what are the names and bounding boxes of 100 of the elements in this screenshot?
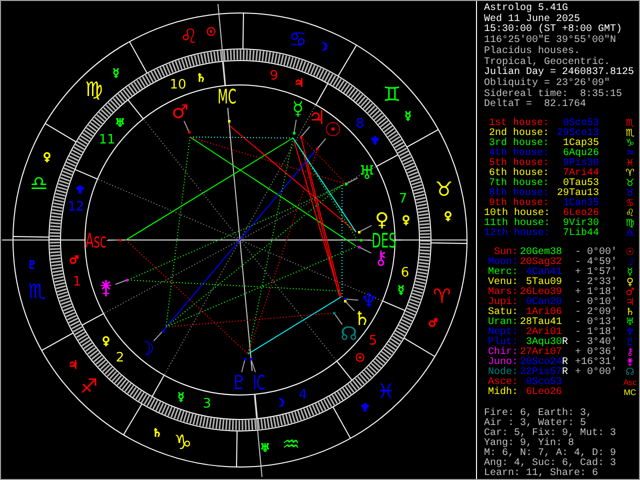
retrograde-mark: R <box>562 368 569 378</box>
zodiac-sign-glyph: ♎ <box>30 171 48 195</box>
planet-label: Venu: <box>486 278 518 288</box>
planet-marker <box>300 126 310 138</box>
ruler-glyph: ♀ <box>444 210 452 222</box>
zodiac-sign-glyph: ♒ <box>282 432 300 456</box>
house-number: 4 <box>298 388 308 402</box>
planet-position: 0Sco53 <box>524 378 562 388</box>
ruler-glyph: ♃ <box>294 76 304 90</box>
planet-label: Satu: <box>486 308 518 318</box>
planet-marker <box>333 312 343 326</box>
summary-line: Yang: 9, Yin: 8 <box>484 439 574 450</box>
planet-marker <box>358 246 372 254</box>
zodiac-sign-glyph: ♏ <box>624 129 636 140</box>
planet-marker <box>184 120 190 134</box>
info-line: DeltaT = 82.1764 <box>484 100 588 112</box>
planet-position: 20Gem38 <box>518 248 562 258</box>
info-line: Obliquity = 23°26'09" <box>484 78 612 89</box>
info-line: 15:30:00 (ST +8:00 GMT) <box>484 25 624 36</box>
zodiac-sign-glyph: ♌ <box>180 24 198 48</box>
retrograde-mark: R <box>562 358 569 368</box>
zodiac-sign-glyph: ♓ <box>624 159 636 170</box>
zodiac-sign-glyph: ♈ <box>433 284 451 308</box>
house-number: 8 <box>356 116 364 132</box>
planet-glyph: ⚷ <box>374 247 388 269</box>
cusp-position: 1Cap35 <box>562 139 599 150</box>
planet-position: 4Can41 <box>524 268 562 278</box>
planet-latitude: + 0°00' <box>574 368 617 378</box>
zodiac-sign-glyph: ♎ <box>624 229 636 240</box>
planet-marker <box>345 177 358 186</box>
ruler-glyph: ♆ <box>360 402 370 414</box>
planet-glyph: ⚵ <box>99 277 113 299</box>
planet-marker <box>250 358 256 373</box>
planet-position: 27Ari07 <box>518 348 562 358</box>
planet-glyph: ⚷ <box>625 348 635 358</box>
ruler-glyph: ♃ <box>68 358 78 372</box>
zodiac-sign-glyph: ♒ <box>624 149 636 160</box>
retrograde-mark: R <box>562 338 569 348</box>
zodiac-sign-glyph: ♋ <box>289 27 307 51</box>
info-line: Astrolog 5.41G <box>484 4 570 14</box>
info-line: Tropical, Geocentric. <box>484 58 610 68</box>
planet-glyph: ☊ <box>624 368 636 378</box>
planet-glyph: ☽ <box>624 258 636 268</box>
house-label: 12th house: <box>484 229 549 240</box>
cusp-position: 0Tau53 <box>562 179 599 190</box>
ruler-glyph: ☿ <box>112 66 120 80</box>
planet-position: 26Leo39 <box>518 288 562 298</box>
planet-label: Merc: <box>486 268 518 278</box>
planet-position: 5Tau09 <box>526 278 562 288</box>
cusp-position: 7Ari44 <box>562 169 599 180</box>
house-number: 7 <box>398 192 408 206</box>
ruler-glyph: ♀ <box>102 334 110 348</box>
planet-glyph: ♂ <box>171 101 189 123</box>
house-number: 2 <box>116 350 124 366</box>
zodiac-sign-glyph: ♊ <box>383 82 401 106</box>
house-number: 11 <box>98 132 116 148</box>
zodiac-sign-glyph: ♌ <box>624 209 636 220</box>
planet-glyph: ⚵ <box>625 358 635 368</box>
zodiac-sign-glyph: ♍ <box>624 219 636 230</box>
planet-glyph: ☽ <box>137 338 155 360</box>
planet-marker <box>241 358 246 373</box>
house-number: 12 <box>68 200 84 214</box>
ruler-glyph: ☉ <box>206 26 216 38</box>
house-number: 10 <box>170 78 186 92</box>
ruler-glyph: ♄ <box>196 72 206 84</box>
ruler-glyph: ☉ <box>355 352 365 364</box>
planet-glyph: ♄ <box>624 308 636 318</box>
house-number: 5 <box>368 334 378 348</box>
zodiac-sign-glyph: ♉ <box>435 177 453 201</box>
planet-glyph: MC <box>622 388 638 398</box>
ruler-glyph: ♅ <box>260 442 270 454</box>
ruler-glyph: ☿ <box>404 110 412 122</box>
planet-position: 2Ari01 <box>524 328 562 338</box>
planet-label: Chir: <box>486 348 518 358</box>
ruler-glyph: ♅ <box>115 116 125 130</box>
zodiac-sign-glyph: ♈ <box>624 169 636 180</box>
house-number: 6 <box>400 266 410 280</box>
house-number: 1 <box>72 274 82 290</box>
ruler-glyph: ♄ <box>152 426 162 440</box>
zodiac-sign-glyph: ♓ <box>377 379 395 403</box>
planet-marker <box>360 239 374 242</box>
planet-glyph: ♂ <box>624 288 636 298</box>
ruler-glyph: ☽ <box>318 40 328 54</box>
zodiac-sign-glyph: ♋ <box>624 199 636 210</box>
info-line: Wed 11 June 2025 <box>484 14 580 25</box>
zodiac-sign-glyph: ♏ <box>28 279 46 303</box>
planet-glyph: ♇ <box>624 338 636 348</box>
summary-line: Learn: 11, Share: 6 <box>484 469 600 480</box>
planet-glyph: ♅ <box>358 162 376 184</box>
ruler-glyph: ♆ <box>370 134 380 148</box>
planet-label: Uran: <box>486 318 518 328</box>
ruler-glyph: ☽ <box>275 396 285 410</box>
ruler-glyph: ♆ <box>75 184 85 196</box>
planet-position: 22Pis57 <box>518 368 562 378</box>
planet-glyph: ♃ <box>624 298 636 308</box>
planet-label: Sun: <box>494 248 518 258</box>
planet-glyph: ☊ <box>340 323 358 345</box>
planet-glyph: ♀ <box>375 209 389 231</box>
planet-position: 6Leo26 <box>524 388 562 398</box>
cusp-position: 7Lib44 <box>562 229 599 240</box>
